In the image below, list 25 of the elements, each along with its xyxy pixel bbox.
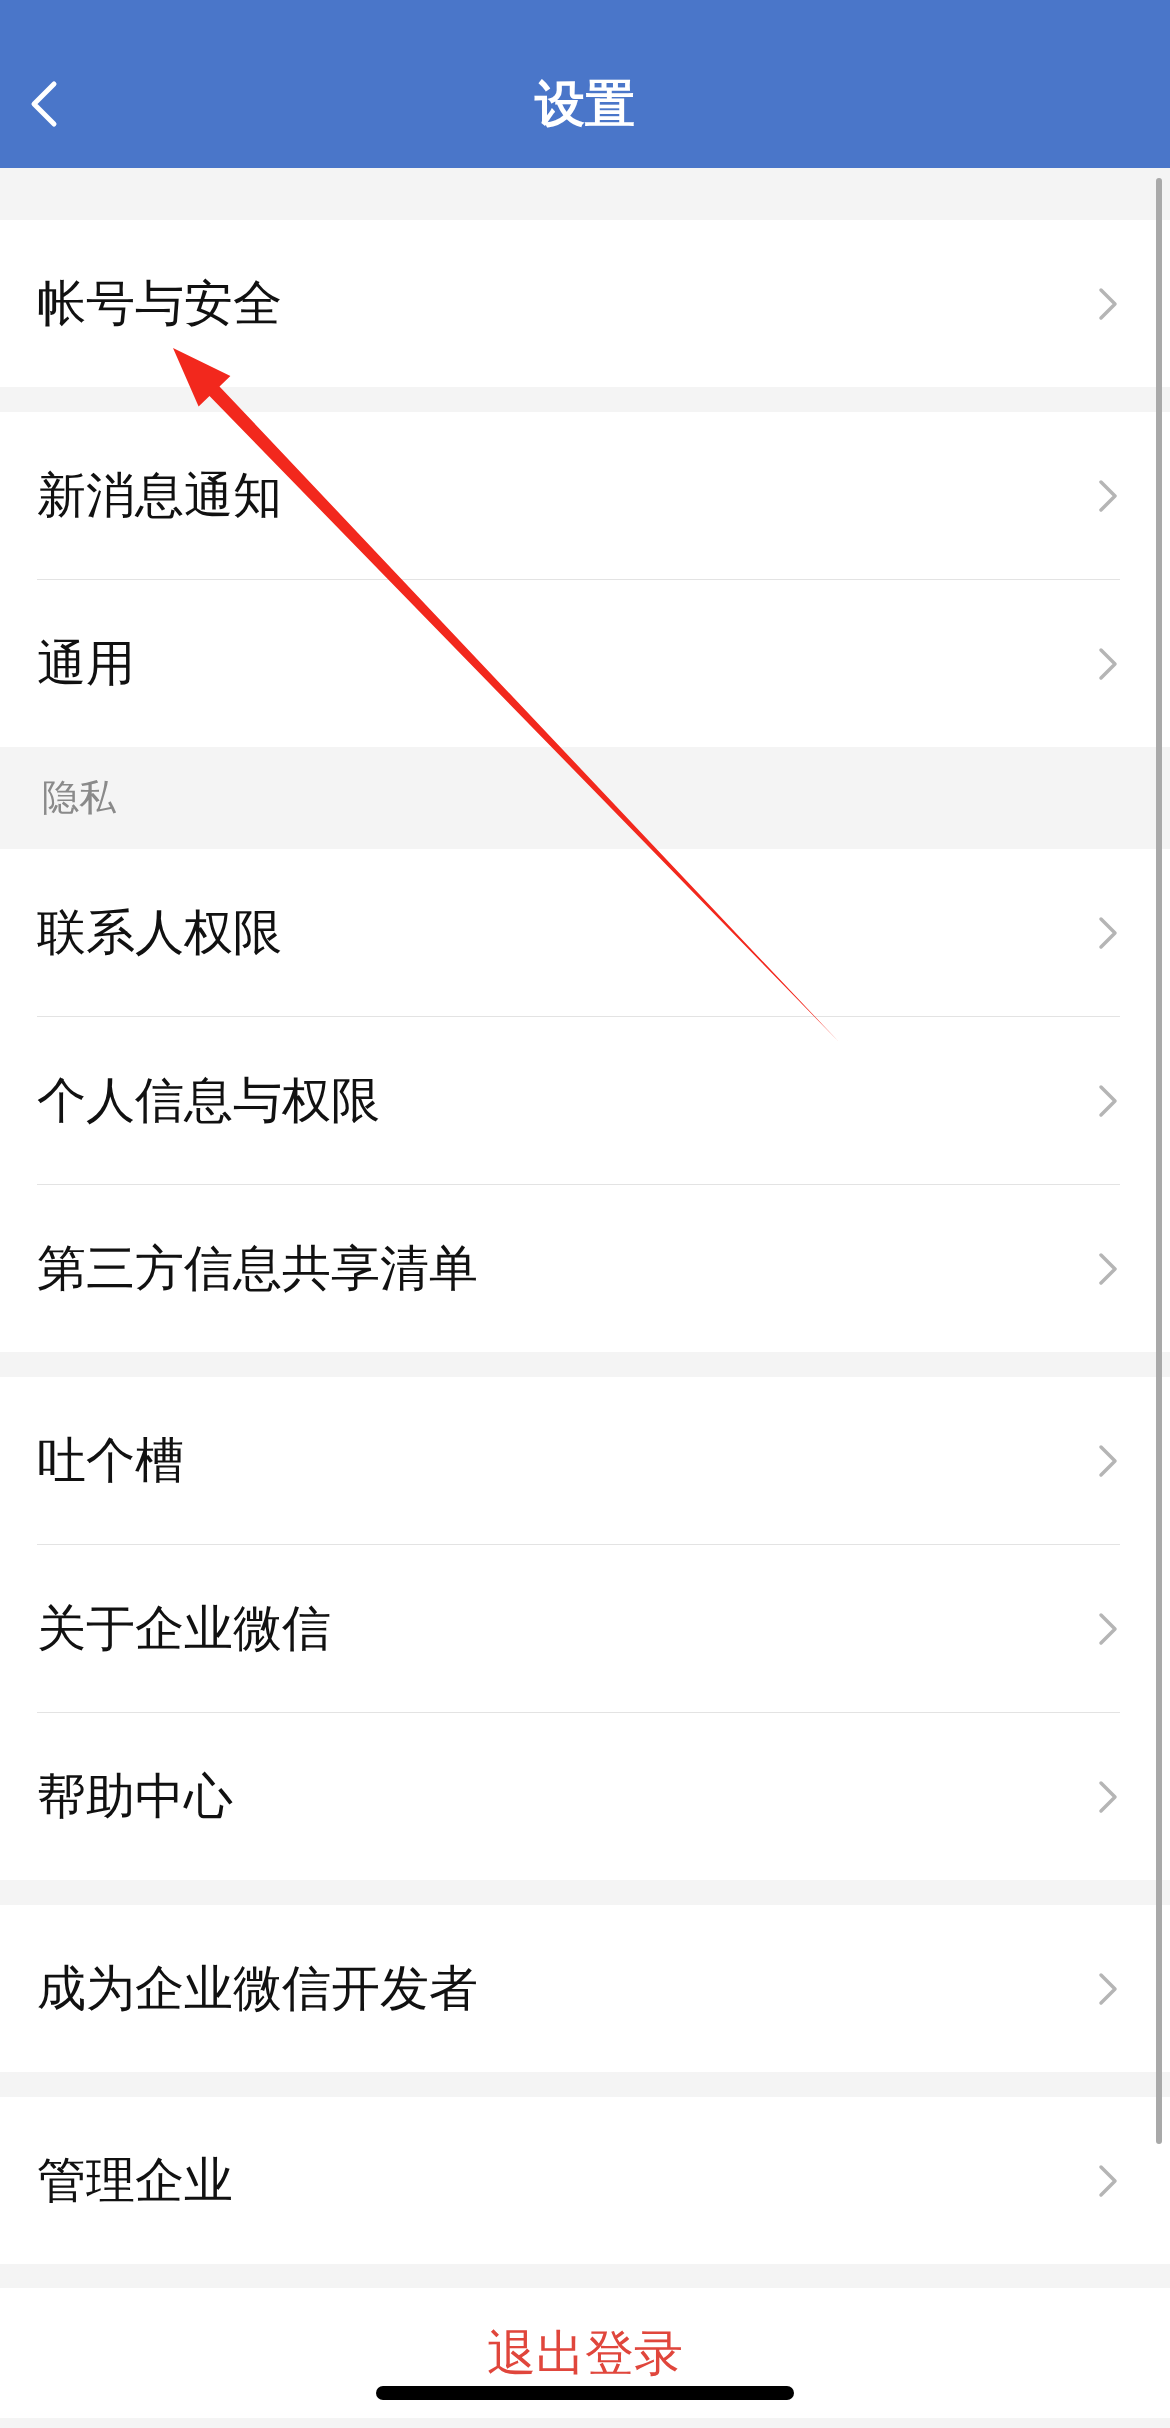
chevron-icon: [1098, 1083, 1118, 1118]
settings-item[interactable]: 帮助中心: [0, 1713, 1170, 1880]
chevron-icon: [1098, 1611, 1118, 1646]
settings-item[interactable]: 新消息通知: [0, 412, 1170, 579]
logout-button[interactable]: 退出登录: [487, 2328, 683, 2380]
chevron-icon: [1098, 915, 1118, 950]
chevron-icon: [1098, 1971, 1118, 2006]
chevron-icon: [1098, 1443, 1118, 1478]
chevron-icon: [1098, 1251, 1118, 1286]
settings-item[interactable]: 第三方信息共享清单: [0, 1185, 1170, 1352]
chevron-icon: [1098, 1779, 1118, 1814]
section-title: 隐私: [42, 775, 116, 821]
settings-item[interactable]: 关于企业微信: [0, 1545, 1170, 1712]
chevron-icon: [1098, 646, 1118, 681]
chevron-icon: [1098, 478, 1118, 513]
settings-item[interactable]: 吐个槽: [0, 1377, 1170, 1544]
settings-item[interactable]: 管理企业: [0, 2097, 1170, 2264]
settings-item[interactable]: 个人信息与权限: [0, 1017, 1170, 1184]
chevron-icon: [1098, 2163, 1118, 2198]
chevron-icon: [1098, 286, 1118, 321]
settings-item[interactable]: 联系人权限: [0, 849, 1170, 1016]
settings-item[interactable]: 通用: [0, 580, 1170, 747]
settings-item[interactable]: 成为企业微信开发者: [0, 1905, 1170, 2072]
page-title: 设置: [535, 73, 635, 135]
settings-item[interactable]: 帐号与安全: [0, 220, 1170, 387]
